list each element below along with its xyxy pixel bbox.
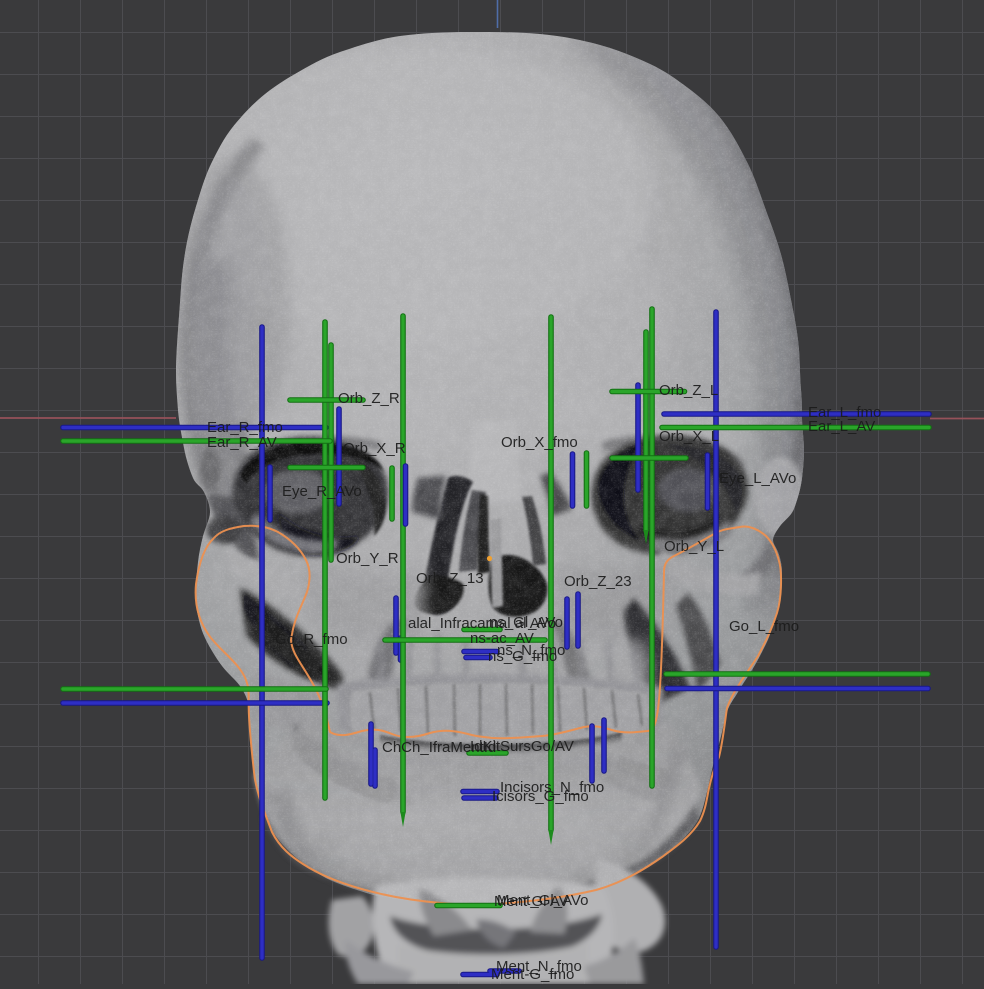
svg-text:Eye_L_AVo: Eye_L_AVo <box>719 470 796 487</box>
svg-text:Orb_X_L: Orb_X_L <box>659 428 719 445</box>
svg-text:Eye_R_AVo: Eye_R_AVo <box>282 483 362 500</box>
svg-text:Orb_Z_13: Orb_Z_13 <box>416 570 484 587</box>
svg-text:ns_Gl_AVo: ns_Gl_AVo <box>489 614 563 631</box>
svg-text:Ear_L_AV: Ear_L_AV <box>808 418 875 435</box>
svg-text:Ment-G_fmo: Ment-G_fmo <box>491 966 574 983</box>
svg-text:Go_L_fmo: Go_L_fmo <box>729 618 799 635</box>
svg-text:Ear_R_AV: Ear_R_AV <box>207 434 277 451</box>
svg-text:Ment_Gl_AVo: Ment_Gl_AVo <box>497 892 588 909</box>
svg-text:Orb_Z_L: Orb_Z_L <box>659 382 718 399</box>
svg-text:IdKitSursGo/AV: IdKitSursGo/AV <box>470 738 574 755</box>
svg-text:Orb_X_fmo: Orb_X_fmo <box>501 434 578 451</box>
svg-text:Orb_X_R: Orb_X_R <box>343 440 406 457</box>
svg-text:Go_R_fmo: Go_R_fmo <box>275 631 348 648</box>
svg-text:Orb_Z_R: Orb_Z_R <box>338 390 400 407</box>
svg-text:Orb_Y_R: Orb_Y_R <box>336 550 399 567</box>
svg-text:Orb_Z_23: Orb_Z_23 <box>564 573 632 590</box>
svg-text:Icisors_G_fmo: Icisors_G_fmo <box>492 788 589 805</box>
svg-text:ns_G_fmo: ns_G_fmo <box>488 648 557 665</box>
svg-text:Orb_Y_L: Orb_Y_L <box>664 538 724 555</box>
